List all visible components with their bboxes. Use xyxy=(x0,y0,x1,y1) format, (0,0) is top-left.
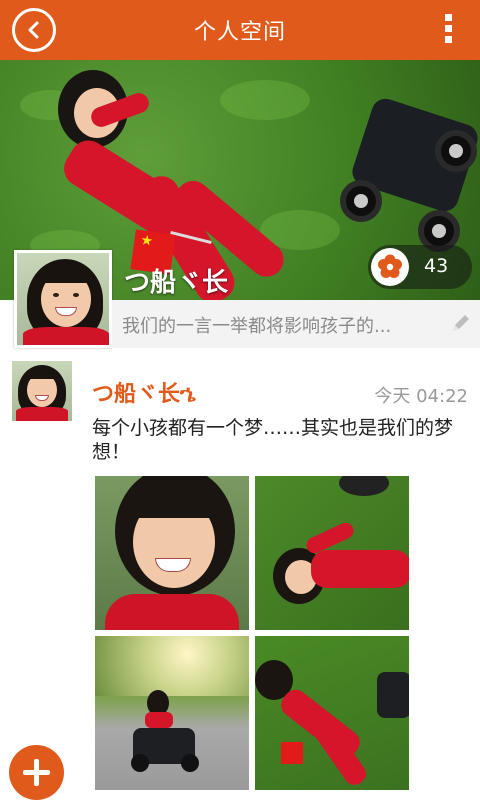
signature-bar[interactable]: 我们的一言一举都将影响孩子的... xyxy=(112,300,480,348)
post-photo-2[interactable] xyxy=(255,476,409,630)
flower-badge[interactable]: 43 xyxy=(368,245,472,289)
post-photo-1[interactable] xyxy=(95,476,249,630)
post-author-name[interactable]: つ船ヾ长ኄ xyxy=(92,376,196,408)
top-bar: 个人空间 xyxy=(0,0,480,60)
post-content: 每个小孩都有一个梦……其实也是我们的梦想！ xyxy=(92,417,454,463)
toy-car xyxy=(340,90,480,252)
post-author-avatar[interactable] xyxy=(12,361,72,421)
post-timestamp: 今天 04:22 xyxy=(374,386,468,407)
post-photo-4[interactable] xyxy=(255,636,409,790)
profile-avatar[interactable] xyxy=(14,250,112,348)
more-vertical-icon xyxy=(444,14,452,21)
flower-count: 43 xyxy=(424,255,449,277)
page-title: 个人空间 xyxy=(193,20,286,45)
flower-icon xyxy=(378,254,402,278)
username: つ船ヾ长 xyxy=(124,268,229,298)
add-post-button[interactable] xyxy=(9,745,64,800)
signature-text: 我们的一言一举都将影响孩子的... xyxy=(122,316,392,337)
pencil-icon[interactable] xyxy=(450,312,472,334)
post-photo-3[interactable] xyxy=(95,636,249,790)
more-menu-button[interactable] xyxy=(442,14,454,46)
